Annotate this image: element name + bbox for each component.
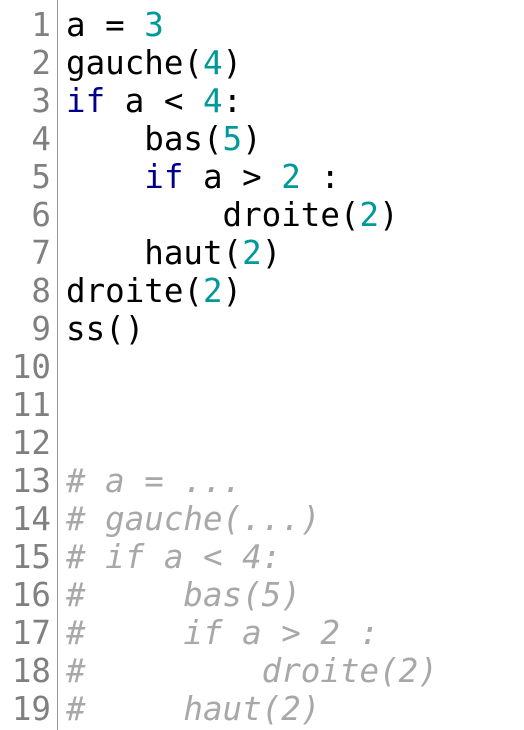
code-comment: # haut(2) — [66, 690, 321, 728]
code-number: 2 — [242, 234, 262, 272]
code-text: : — [300, 158, 340, 196]
line-number: 14 — [11, 500, 51, 538]
code-line[interactable]: droite(2) — [66, 196, 524, 234]
code-comment: # if a > 2 : — [66, 614, 380, 652]
line-number: 18 — [11, 652, 51, 690]
line-number: 13 — [11, 462, 51, 500]
code-text: : — [222, 82, 243, 120]
line-number: 3 — [31, 82, 51, 120]
line-number: 5 — [31, 158, 51, 196]
code-text: gauche( — [66, 44, 203, 82]
code-comment: # bas(5) — [66, 576, 301, 614]
code-line[interactable]: if a < 4: — [66, 82, 524, 120]
line-number: 7 — [31, 234, 51, 272]
code-text: droite( — [66, 196, 360, 234]
code-number: 2 — [359, 196, 380, 234]
code-line[interactable]: # a = ... — [66, 462, 524, 500]
code-number: 3 — [144, 6, 164, 44]
line-number: 2 — [31, 44, 51, 82]
line-number: 8 — [31, 272, 51, 310]
code-text: bas( — [66, 120, 223, 158]
code-number: 5 — [222, 120, 243, 158]
code-line[interactable]: # if a < 4: — [66, 538, 524, 576]
line-number: 10 — [11, 348, 51, 386]
code-text: ) — [379, 196, 399, 234]
code-text: a < — [105, 82, 203, 120]
code-area[interactable]: a = 3 gauche(4) if a < 4: bas(5) if a > 2 … — [66, 6, 524, 728]
code-comment: # gauche(...) — [66, 500, 321, 538]
code-text: a > — [183, 158, 282, 196]
code-comment: # a = ... — [66, 462, 243, 500]
code-number: 4 — [202, 44, 223, 82]
code-line[interactable]: gauche(4) — [66, 44, 524, 82]
code-text: ) — [222, 44, 243, 82]
line-number: 1 — [31, 6, 51, 44]
code-line[interactable]: # droite(2) — [66, 652, 524, 690]
line-number: 9 — [31, 310, 51, 348]
code-text: droite( — [66, 272, 203, 310]
code-line[interactable]: # if a > 2 : — [66, 614, 524, 652]
code-text: a = — [66, 6, 145, 44]
code-editor[interactable]: 1 2 3 4 5 6 7 8 9 10 11 12 13 14 15 16 17 18 19 a = 3 gauch… — [0, 0, 524, 730]
code-line[interactable]: ss() — [66, 310, 524, 348]
code-line[interactable]: # gauche(...) — [66, 500, 524, 538]
code-line[interactable]: bas(5) — [66, 120, 524, 158]
code-keyword: if — [144, 158, 184, 196]
code-line[interactable]: # bas(5) — [66, 576, 524, 614]
line-number: 12 — [11, 424, 51, 462]
line-number: 19 — [11, 690, 51, 728]
line-number: 4 — [31, 120, 51, 158]
code-line[interactable]: haut(2) — [66, 234, 524, 272]
code-text: ) — [242, 120, 262, 158]
code-line[interactable] — [66, 348, 524, 386]
line-number: 17 — [11, 614, 51, 652]
line-number: 6 — [31, 196, 51, 234]
code-comment: # if a < 4: — [66, 538, 282, 576]
code-keyword: if — [66, 82, 106, 120]
gutter-divider — [57, 0, 58, 730]
code-comment: # droite(2) — [66, 652, 438, 690]
code-line[interactable] — [66, 424, 524, 462]
code-number: 2 — [281, 158, 301, 196]
code-line[interactable]: a = 3 — [66, 6, 524, 44]
code-text: haut( — [66, 234, 243, 272]
code-line[interactable] — [66, 386, 524, 424]
code-line[interactable]: # haut(2) — [66, 690, 524, 728]
code-number: 2 — [202, 272, 223, 310]
line-number: 11 — [11, 386, 51, 424]
code-number: 4 — [202, 82, 223, 120]
line-number-gutter: 1 2 3 4 5 6 7 8 9 10 11 12 13 14 15 16 17 18 19 — [0, 6, 51, 728]
line-number: 15 — [11, 538, 51, 576]
code-text: ) — [222, 272, 243, 310]
code-line[interactable]: if a > 2 : — [66, 158, 524, 196]
line-number: 16 — [11, 576, 51, 614]
code-line[interactable]: droite(2) — [66, 272, 524, 310]
code-text: ) — [261, 234, 282, 272]
code-text: ss() — [66, 310, 145, 348]
